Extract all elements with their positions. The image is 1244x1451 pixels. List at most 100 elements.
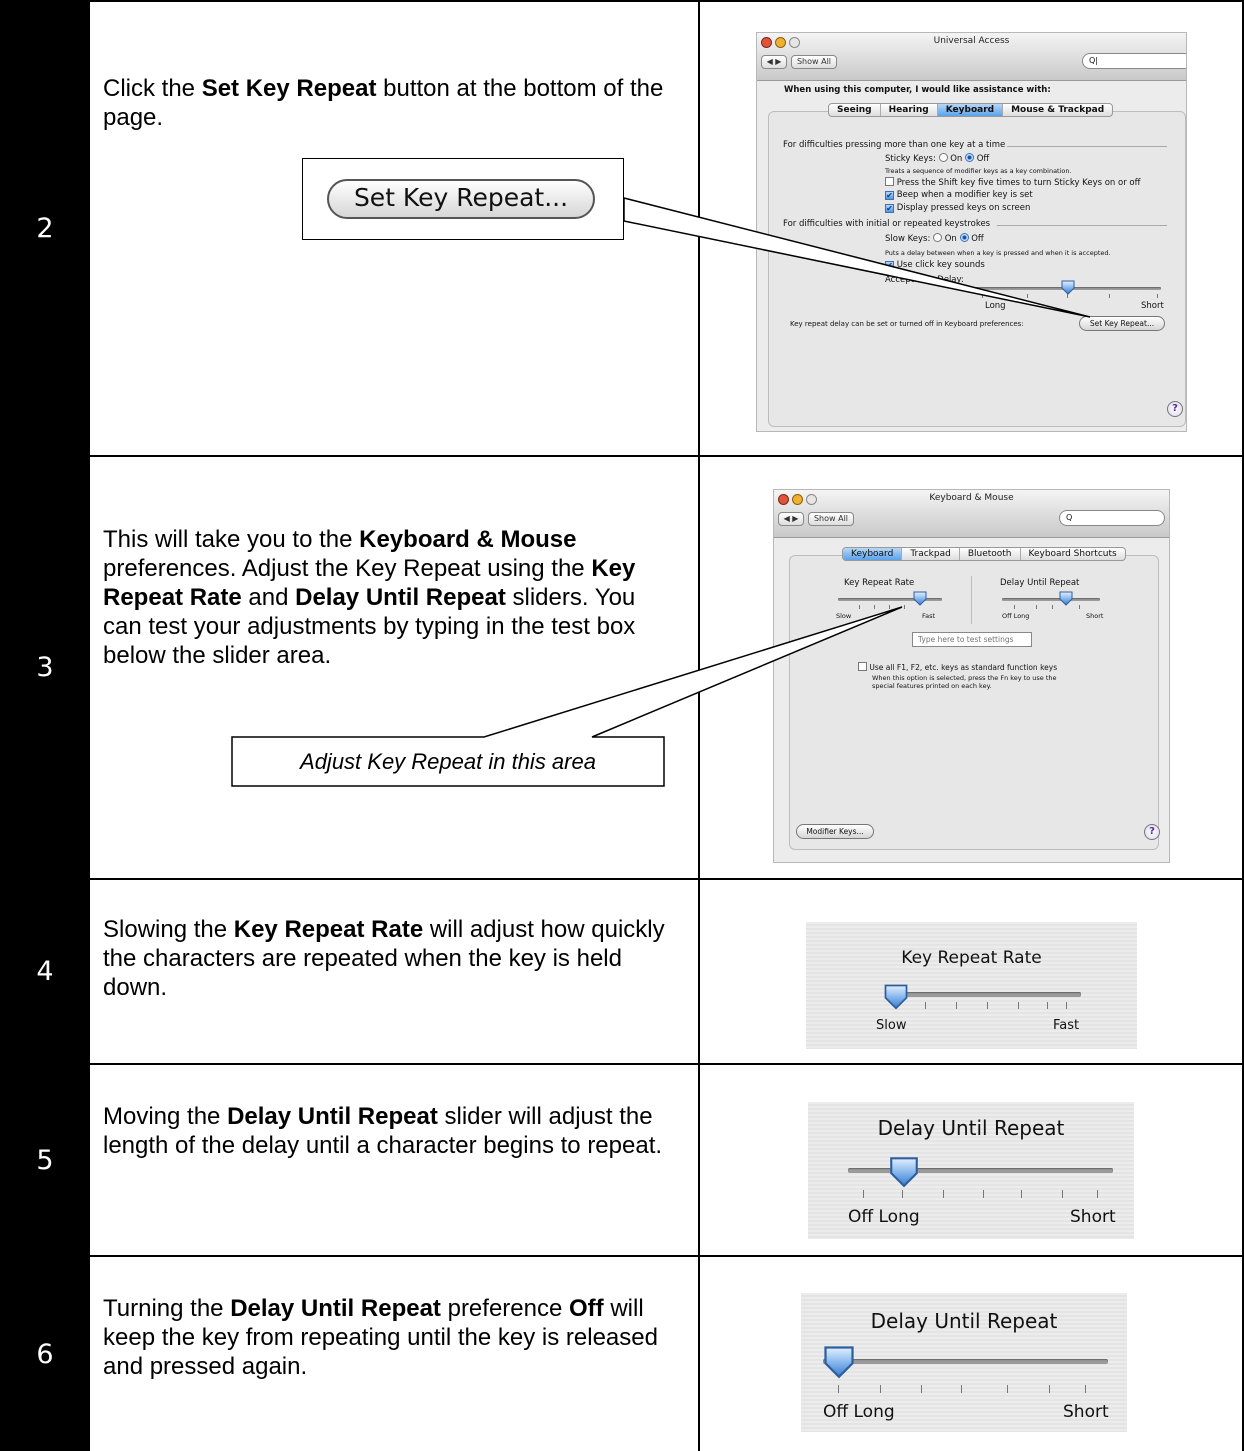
tab-keyboard[interactable]: Keyboard [843, 548, 903, 560]
tab-bluetooth[interactable]: Bluetooth [960, 548, 1021, 560]
slider-thumb[interactable] [887, 1154, 921, 1188]
tab-trackpad[interactable]: Trackpad [902, 548, 960, 560]
column-divider [698, 2, 700, 455]
section-divider [1007, 146, 1167, 147]
fkeys-desc-1: When this option is selected, press the … [872, 674, 1057, 682]
slow-on-radio[interactable] [933, 233, 943, 242]
acceptance-delay-label: Acceptance Delay: [885, 275, 964, 285]
fast-label: Fast [922, 612, 936, 620]
test-settings-input[interactable] [912, 632, 1032, 647]
off-long-labels: Off Long [1002, 612, 1030, 620]
back-forward-buttons[interactable]: ◀ ▶ [778, 512, 804, 526]
sticky-keys-row: Sticky Keys: On Off [885, 153, 990, 164]
column-divider [698, 457, 700, 878]
fkeys-checkbox[interactable] [858, 662, 867, 671]
slow-desc: Puts a delay between when a key is press… [885, 249, 1111, 257]
step-instruction: Click the Set Key Repeat button at the b… [103, 75, 664, 131]
step-instruction: Turning the Delay Until Repeat preferenc… [103, 1295, 658, 1380]
step-instruction: Slowing the Key Repeat Rate will adjust … [103, 916, 665, 1001]
key-repeat-rate-slider[interactable] [886, 992, 1081, 997]
click-sounds-checkbox[interactable]: ✔ [885, 261, 894, 270]
sticky-off-radio[interactable] [965, 153, 975, 162]
beep-option: ✔ Beep when a modifier key is set [885, 190, 1033, 200]
sticky-on-radio[interactable] [938, 153, 948, 162]
back-forward-buttons[interactable]: ◀ ▶ [761, 55, 787, 69]
step-row-3: 3 This will take you to the Keyboard & M… [0, 457, 1244, 880]
sticky-desc: Treats a sequence of modifier keys as a … [885, 167, 1072, 175]
display-keys-checkbox[interactable]: ✔ [885, 204, 894, 213]
step-instruction: Moving the Delay Until Repeat slider wil… [103, 1103, 663, 1159]
fast-label: Fast [1053, 1018, 1080, 1033]
help-icon[interactable]: ? [1144, 824, 1160, 840]
slow-off-radio[interactable] [959, 233, 969, 242]
slow-label: Slow [876, 1018, 907, 1033]
slider-label: Delay Until Repeat [877, 1116, 1065, 1140]
delay-until-repeat-slider[interactable] [1002, 598, 1100, 601]
shift-option: Press the Shift key five times to turn S… [885, 177, 1140, 188]
step-row-4: 4 Slowing the Key Repeat Rate will adjus… [0, 880, 1244, 1065]
step-row-6: 6 Turning the Delay Until Repeat prefere… [0, 1257, 1244, 1451]
section-divider [997, 225, 1167, 226]
set-key-repeat-button-zoomed[interactable]: Set Key Repeat... [327, 179, 595, 219]
slider-thumb[interactable] [912, 590, 928, 606]
tab-bar: Keyboard Trackpad Bluetooth Keyboard Sho… [842, 547, 1126, 561]
show-all-button[interactable]: Show All [808, 512, 854, 526]
help-icon[interactable]: ? [1167, 401, 1183, 417]
window-title: Keyboard & Mouse [929, 493, 1014, 503]
short-label: Short [1063, 1402, 1109, 1422]
short-label: Short [1086, 612, 1104, 620]
delay-until-repeat-off-crop: Delay Until Repeat Off Long Short [801, 1293, 1127, 1432]
delay-until-repeat-label: Delay Until Repeat [1000, 578, 1080, 588]
column-divider [698, 1257, 700, 1451]
step-row-5: 5 Moving the Delay Until Repeat slider w… [0, 1065, 1244, 1257]
key-repeat-rate-label: Key Repeat Rate [844, 578, 915, 588]
delay-until-repeat-slider[interactable] [823, 1359, 1108, 1364]
off-long-labels: Off Long [848, 1207, 920, 1227]
display-keys-option: ✔ Display pressed keys on screen [885, 203, 1031, 213]
fkeys-desc-2: special features printed on each key. [872, 682, 992, 690]
search-field[interactable]: Q| [1082, 53, 1186, 69]
tab-hearing[interactable]: Hearing [881, 104, 938, 116]
step-number: 3 [0, 457, 90, 878]
step-number: 2 [0, 2, 90, 455]
slow-keys-row: Slow Keys: On Off [885, 233, 984, 244]
key-repeat-note: Key repeat delay can be set or turned of… [790, 320, 1024, 328]
slider-thumb[interactable] [1058, 590, 1074, 606]
window-titlebar: Keyboard & Mouse ◀ ▶ Show All Q [774, 490, 1169, 538]
slider-thumb[interactable] [1060, 279, 1076, 295]
tab-seeing[interactable]: Seeing [829, 104, 881, 116]
tab-keyboard[interactable]: Keyboard [937, 104, 1004, 116]
slider-thumb[interactable] [821, 1343, 857, 1379]
step-instruction: This will take you to the Keyboard & Mou… [103, 526, 636, 669]
tab-bar: Seeing Hearing Keyboard Mouse & Trackpad [828, 103, 1114, 117]
search-icon: Q [1066, 513, 1073, 522]
shift-checkbox[interactable] [885, 177, 894, 186]
column-divider [698, 1065, 700, 1255]
step-row-2: 2 Click the Set Key Repeat button at the… [0, 0, 1244, 457]
short-label: Short [1070, 1207, 1116, 1227]
short-label: Short [1141, 301, 1164, 311]
step-number: 4 [0, 880, 90, 1063]
section1-header: For difficulties pressing more than one … [783, 140, 1006, 150]
search-field[interactable]: Q [1059, 510, 1165, 526]
key-repeat-rate-crop: Key Repeat Rate Slow Fast [806, 922, 1137, 1049]
column-divider [971, 576, 972, 624]
set-key-repeat-button[interactable]: Set Key Repeat... [1079, 316, 1165, 331]
callout-box: Set Key Repeat... [302, 158, 624, 240]
step-number: 5 [0, 1065, 90, 1255]
assistance-prompt: When using this computer, I would like a… [784, 85, 1051, 95]
column-divider [698, 880, 700, 1063]
tab-mouse-trackpad[interactable]: Mouse & Trackpad [1003, 104, 1112, 116]
slider-label: Key Repeat Rate [901, 948, 1042, 968]
window-titlebar: Universal Access ◀ ▶ Show All Q| [757, 33, 1186, 81]
slow-label: Slow [836, 612, 852, 620]
fkeys-option: Use all F1, F2, etc. keys as standard fu… [858, 662, 1057, 672]
click-sounds-option: ✔ Use click key sounds [885, 260, 985, 270]
modifier-keys-button[interactable]: Modifier Keys... [796, 824, 874, 839]
tab-keyboard-shortcuts[interactable]: Keyboard Shortcuts [1021, 548, 1125, 560]
slider-thumb[interactable] [882, 982, 910, 1010]
window-title: Universal Access [933, 36, 1010, 46]
show-all-button[interactable]: Show All [791, 55, 837, 69]
universal-access-window: Universal Access ◀ ▶ Show All Q| When us… [756, 32, 1187, 432]
beep-checkbox[interactable]: ✔ [885, 191, 894, 200]
